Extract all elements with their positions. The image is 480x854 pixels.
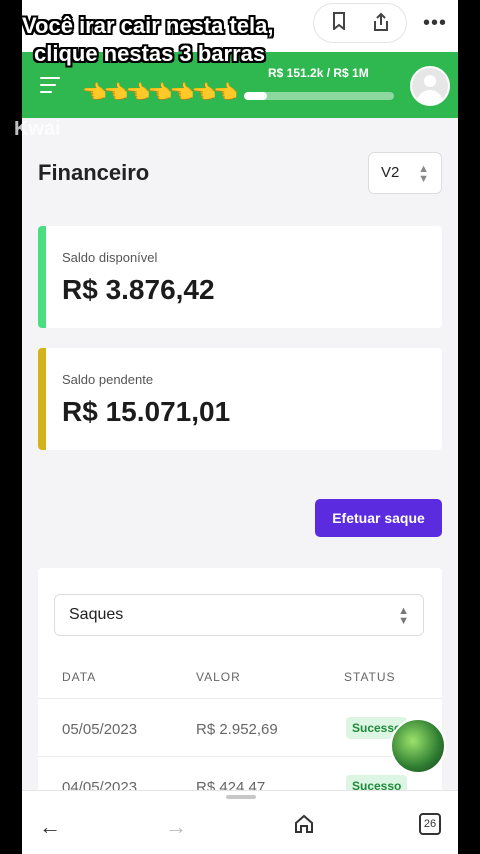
withdrawals-card: Saques ▲ ▼ DATA VALOR STATUS 05/05/2023 R… — [38, 568, 442, 828]
card-accent — [38, 226, 46, 328]
balance-amount: R$ 15.071,01 — [62, 396, 231, 427]
avatar[interactable] — [410, 66, 450, 106]
card-accent — [38, 348, 46, 450]
page-title: Financeiro — [38, 160, 150, 185]
floating-creator-avatar[interactable] — [390, 718, 446, 774]
tabs-icon[interactable]: 26 — [419, 813, 441, 835]
chevron-up-down-icon: ▲ ▼ — [398, 605, 409, 627]
caption-line-2: clique nestas 3 barras — [34, 41, 266, 66]
phone-screen: ••• R$ 151.2k / R$ 1M Financeiro V2 ▲ ▼ S… — [22, 0, 458, 854]
pointing-hands: 👈👈👈👈👈👈👈 — [82, 82, 238, 104]
balance-amount: R$ 3.876,42 — [62, 274, 215, 305]
version-select[interactable]: V2 ▲ ▼ — [368, 152, 442, 194]
available-balance-card: Saldo disponível R$ 3.876,42 — [38, 226, 442, 328]
kwai-watermark: Kwai — [14, 118, 61, 140]
row-value: R$ 2.952,69 — [196, 721, 278, 738]
goal-progress-fill — [244, 92, 267, 100]
back-arrow-icon[interactable]: ← — [36, 813, 64, 841]
goal-text: R$ 151.2k / R$ 1M — [268, 66, 369, 80]
transaction-type-value: Saques — [69, 606, 124, 623]
video-caption: Você irar cair nesta tela, clique nestas… — [0, 12, 480, 68]
pending-balance-card: Saldo pendente R$ 15.071,01 — [38, 348, 442, 450]
goal-progress-bar — [244, 92, 394, 100]
column-header-status: STATUS — [344, 670, 396, 684]
column-header-date: DATA — [62, 670, 97, 684]
balance-label: Saldo disponível — [62, 250, 158, 265]
withdraw-button[interactable]: Efetuar saque — [315, 499, 442, 537]
version-value: V2 — [381, 164, 400, 181]
drag-handle[interactable] — [226, 795, 256, 799]
caption-line-1: Você irar cair nesta tela, — [22, 13, 274, 38]
table-row[interactable]: 05/05/2023 R$ 2.952,69 Sucesso — [38, 698, 442, 756]
menu-icon[interactable] — [40, 77, 60, 93]
row-date: 05/05/2023 — [62, 721, 138, 738]
transaction-type-select[interactable]: Saques ▲ ▼ — [54, 594, 424, 636]
forward-arrow-icon[interactable]: → — [162, 813, 190, 841]
column-header-value: VALOR — [196, 670, 241, 684]
home-icon[interactable] — [290, 813, 318, 841]
chevron-up-down-icon: ▲ ▼ — [418, 163, 429, 185]
balance-label: Saldo pendente — [62, 372, 154, 387]
browser-bottom-bar: ← → 26 — [22, 790, 458, 854]
